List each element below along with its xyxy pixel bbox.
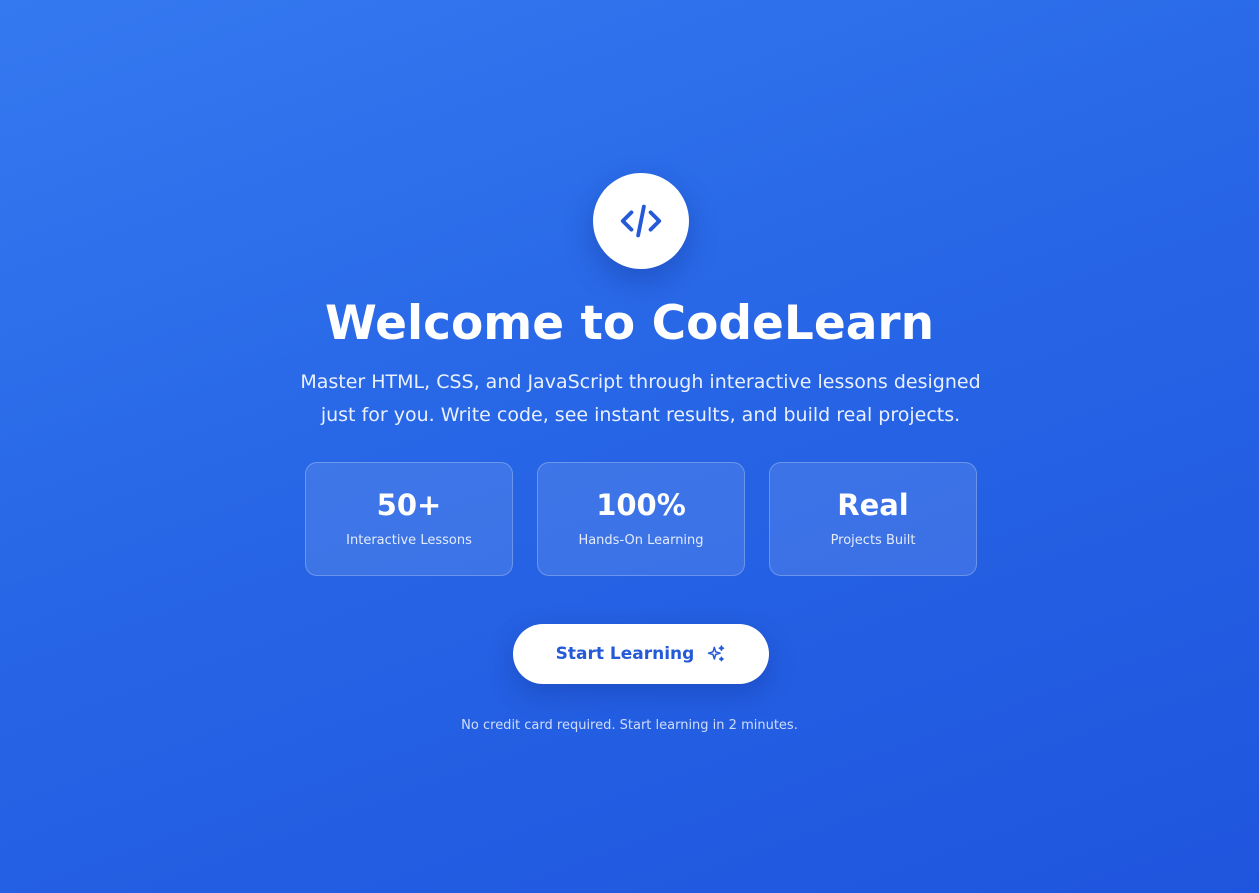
welcome-screen: Welcome to CodeLearn Master HTML, CSS, a… bbox=[0, 0, 1259, 893]
logo-badge bbox=[593, 173, 689, 269]
stat-label: Interactive Lessons bbox=[346, 533, 472, 548]
stat-value: 50+ bbox=[376, 488, 442, 522]
stat-card-lessons: 50+ Interactive Lessons bbox=[305, 462, 513, 576]
stat-label: Projects Built bbox=[830, 533, 916, 548]
footnote-text: No credit card required. Start learning … bbox=[461, 718, 798, 733]
stat-card-hands-on: 100% Hands-On Learning bbox=[537, 462, 745, 576]
page-subtitle: Master HTML, CSS, and JavaScript through… bbox=[300, 371, 981, 426]
stats-row: 50+ Interactive Lessons 100% Hands-On Le… bbox=[305, 462, 977, 576]
stat-card-projects: Real Projects Built bbox=[769, 462, 977, 576]
stat-value: 100% bbox=[596, 488, 686, 522]
code-icon bbox=[620, 204, 662, 238]
stat-value: Real bbox=[837, 488, 909, 522]
start-learning-button[interactable]: Start Learning bbox=[513, 624, 769, 684]
start-learning-label: Start Learning bbox=[555, 644, 695, 664]
sparkles-icon bbox=[706, 644, 726, 664]
stat-label: Hands-On Learning bbox=[578, 533, 704, 548]
page-title: Welcome to CodeLearn bbox=[324, 296, 935, 351]
